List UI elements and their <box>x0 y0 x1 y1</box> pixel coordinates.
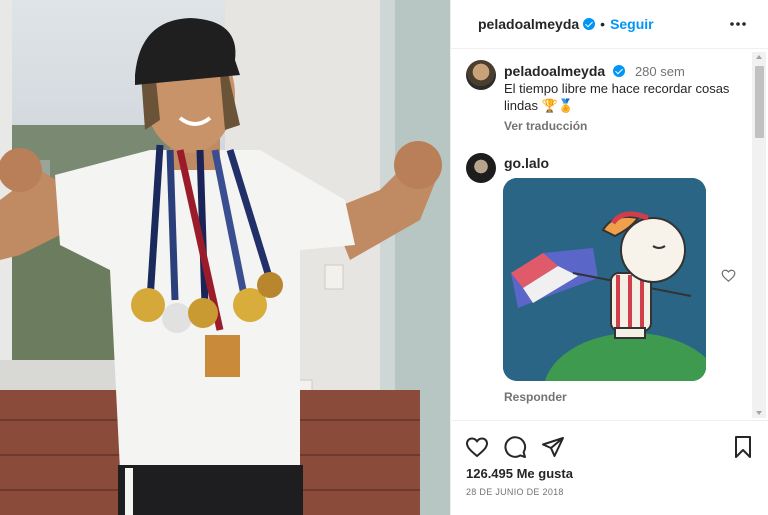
photo-illustration <box>0 0 450 515</box>
scroll-up-arrow-icon[interactable] <box>756 55 762 59</box>
caption-username[interactable]: peladoalmeyda <box>504 63 605 79</box>
author-username[interactable]: peladoalmeyda <box>478 16 579 32</box>
reply-button[interactable]: Responder <box>504 390 567 404</box>
post-header: peladoalmeyda • Seguir <box>451 0 768 49</box>
post-date[interactable]: 28 DE JUNIO DE 2018 <box>466 487 564 497</box>
verified-badge-icon <box>613 65 626 77</box>
follow-button[interactable]: Seguir <box>610 16 654 32</box>
comment-avatar[interactable] <box>466 153 496 183</box>
scroll-down-arrow-icon[interactable] <box>756 411 762 415</box>
caption-header: peladoalmeyda 280 sem <box>504 63 685 79</box>
caption-timestamp[interactable]: 280 sem <box>635 64 685 79</box>
comment-like-heart-icon[interactable] <box>721 268 736 283</box>
bookmark-icon[interactable] <box>731 435 755 459</box>
comment-icon[interactable] <box>503 435 527 459</box>
caption-text: El tiempo libre me hace recordar cosas l… <box>504 81 730 113</box>
comment-sticker-image <box>503 178 706 381</box>
separator-dot: • <box>600 16 606 32</box>
verified-badge-icon <box>583 18 596 30</box>
avatar[interactable] <box>466 60 496 90</box>
post-photo[interactable] <box>0 0 450 515</box>
likes-count[interactable]: 126.495 Me gusta <box>466 466 573 481</box>
heart-icon[interactable] <box>465 435 489 459</box>
share-icon[interactable] <box>541 435 565 459</box>
comments-list: peladoalmeyda 280 sem El tiempo libre me… <box>451 50 751 420</box>
see-translation-link[interactable]: Ver traducción <box>504 119 587 133</box>
post-detail-panel: peladoalmeyda • Seguir peladoalmeyda 280… <box>450 0 768 515</box>
more-horizontal-icon[interactable] <box>729 15 747 33</box>
comments-scrollbar[interactable] <box>752 52 766 418</box>
scrollbar-thumb[interactable] <box>755 66 764 138</box>
post-actions-bar: 126.495 Me gusta 28 DE JUNIO DE 2018 <box>451 420 768 515</box>
comment-username[interactable]: go.lalo <box>504 155 549 171</box>
